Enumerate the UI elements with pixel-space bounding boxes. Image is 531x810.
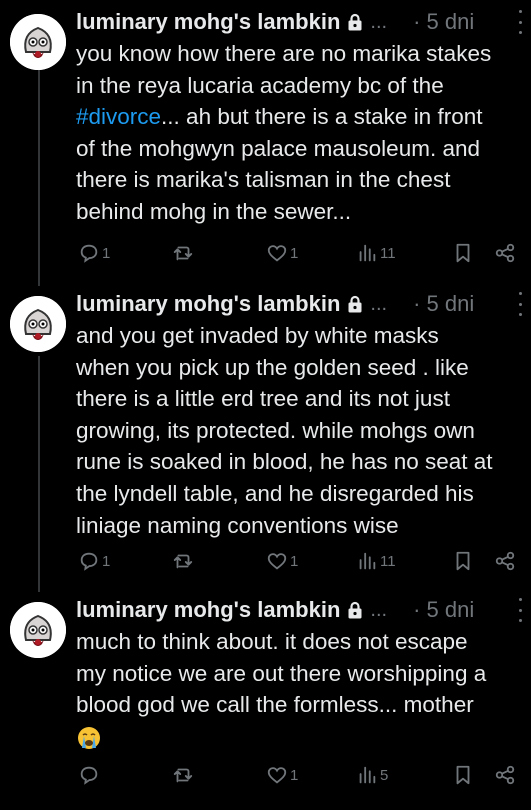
- tweet[interactable]: luminary mohg's lambkin ... · 5 dni and …: [0, 288, 531, 580]
- retweet-icon: [173, 246, 193, 261]
- tweet-text-line: rune is soaked in blood, he has no seat …: [76, 449, 493, 475]
- like-count: 1: [290, 766, 299, 784]
- tweet-text-line: you know how there are no marika stakes: [76, 41, 492, 66]
- bookmark-icon: [456, 243, 470, 263]
- tweet-text: and you get invaded by white masks when …: [76, 320, 524, 541]
- handle-truncated: ...: [370, 598, 388, 621]
- tweet-header: luminary mohg's lambkin ... · 5 dni: [76, 594, 531, 626]
- handle-truncated: ...: [370, 292, 388, 315]
- tweet-text-line: my notice we are out there worshipping a: [76, 660, 487, 686]
- tweet-text-line: much to think about. it does not escape: [76, 629, 468, 654]
- tweet-header: luminary mohg's lambkin ... · 5 dni: [76, 6, 531, 38]
- views-icon: [359, 244, 376, 262]
- tweet-text-line: there is marika's talisman in the chest: [76, 167, 451, 193]
- display-name[interactable]: luminary mohg's lambkin: [76, 9, 340, 35]
- tweet-text-line: growing, its protected. while mohgs own: [76, 417, 475, 443]
- reply-count: 1: [102, 552, 111, 570]
- avatar[interactable]: [10, 602, 66, 658]
- tweet-text-line: of the mohgwyn palace mausoleum. and: [76, 135, 480, 161]
- tweet-text-segment: ... ah but there is a stake in front: [161, 104, 483, 130]
- view-count: 5: [380, 766, 389, 784]
- retweet-icon: [173, 554, 193, 569]
- tweet-text-line: the lyndell table, and he disregarded hi…: [76, 480, 474, 506]
- heart-icon: [267, 767, 287, 784]
- tweet-header: luminary mohg's lambkin ... · 5 dni: [76, 288, 531, 320]
- views-icon: [359, 552, 376, 570]
- timestamp[interactable]: · 5 dni: [413, 597, 474, 623]
- display-name[interactable]: luminary mohg's lambkin: [76, 597, 340, 623]
- tweet-text-line: there is a little erd tree and its not j…: [76, 386, 450, 412]
- retweet-button[interactable]: [172, 548, 194, 574]
- tweet-text: much to think about. it does not escape …: [76, 626, 524, 752]
- retweet-button[interactable]: [172, 762, 194, 788]
- views-button[interactable]: 11: [356, 548, 396, 574]
- tweet-text-line: in the reya lucaria academy bc of the: [76, 72, 444, 98]
- tweet-text-line: liniage naming conventions wise: [76, 512, 399, 538]
- more-options-icon[interactable]: [517, 292, 523, 316]
- share-icon: [495, 765, 515, 785]
- more-options-icon[interactable]: [517, 598, 523, 622]
- tweet-text: you know how there are no marika stakes …: [76, 38, 524, 228]
- tweet[interactable]: luminary mohg's lambkin ... · 5 dni much…: [0, 594, 531, 804]
- like-button[interactable]: 1: [266, 762, 298, 788]
- action-bar: 1 5: [0, 762, 531, 788]
- heart-icon: [267, 245, 287, 262]
- share-icon: [495, 551, 515, 571]
- like-count: 1: [290, 244, 299, 262]
- handle-truncated: ...: [370, 10, 388, 33]
- tweet-text-line: and you get invaded by white masks: [76, 323, 439, 348]
- more-options-icon[interactable]: [517, 10, 523, 34]
- share-button[interactable]: [494, 548, 516, 574]
- reply-count: 1: [102, 244, 111, 262]
- timestamp[interactable]: · 5 dni: [413, 291, 474, 317]
- bookmark-button[interactable]: [452, 240, 474, 266]
- avatar[interactable]: [10, 296, 66, 352]
- views-button[interactable]: 5: [356, 762, 388, 788]
- retweet-button[interactable]: [172, 240, 194, 266]
- crying-face-emoji: [78, 726, 100, 749]
- lock-icon: [348, 13, 362, 31]
- heart-icon: [267, 553, 287, 570]
- share-icon: [495, 243, 515, 263]
- views-button[interactable]: 11: [356, 240, 396, 266]
- tweet[interactable]: luminary mohg's lambkin ... · 5 dni you …: [0, 6, 531, 270]
- avatar-image: [10, 602, 66, 658]
- bookmark-icon: [456, 765, 470, 785]
- reply-button[interactable]: 1: [78, 240, 110, 266]
- tweet-text-line: #divorce... ah but there is a stake in f…: [76, 101, 524, 133]
- reply-icon: [80, 766, 98, 785]
- bookmark-button[interactable]: [452, 762, 474, 788]
- reply-icon: [80, 552, 98, 571]
- share-button[interactable]: [494, 762, 516, 788]
- tweet-text-line: [76, 721, 524, 753]
- like-button[interactable]: 1: [266, 548, 298, 574]
- display-name[interactable]: luminary mohg's lambkin: [76, 291, 340, 317]
- like-button[interactable]: 1: [266, 240, 298, 266]
- reply-icon: [80, 244, 98, 263]
- lock-icon: [348, 295, 362, 313]
- timestamp[interactable]: · 5 dni: [413, 9, 474, 35]
- avatar[interactable]: [10, 14, 66, 70]
- tweet-text-line: when you pick up the golden seed . like: [76, 354, 469, 380]
- views-icon: [359, 766, 376, 784]
- tweet-text-line: behind mohg in the sewer...: [76, 198, 352, 224]
- hashtag-link[interactable]: #divorce: [76, 104, 161, 129]
- like-count: 1: [290, 552, 299, 570]
- bookmark-button[interactable]: [452, 548, 474, 574]
- view-count: 11: [380, 244, 396, 262]
- lock-icon: [348, 601, 362, 619]
- action-bar: 1 1 11: [0, 240, 531, 266]
- reply-button[interactable]: 1: [78, 548, 110, 574]
- avatar-image: [10, 296, 66, 352]
- retweet-icon: [173, 768, 193, 783]
- action-bar: 1 1 11: [0, 548, 531, 574]
- bookmark-icon: [456, 551, 470, 571]
- share-button[interactable]: [494, 240, 516, 266]
- reply-button[interactable]: [78, 762, 102, 788]
- tweet-text-line: blood god we call the formless... mother: [76, 692, 474, 718]
- view-count: 11: [380, 552, 396, 570]
- avatar-image: [10, 14, 66, 70]
